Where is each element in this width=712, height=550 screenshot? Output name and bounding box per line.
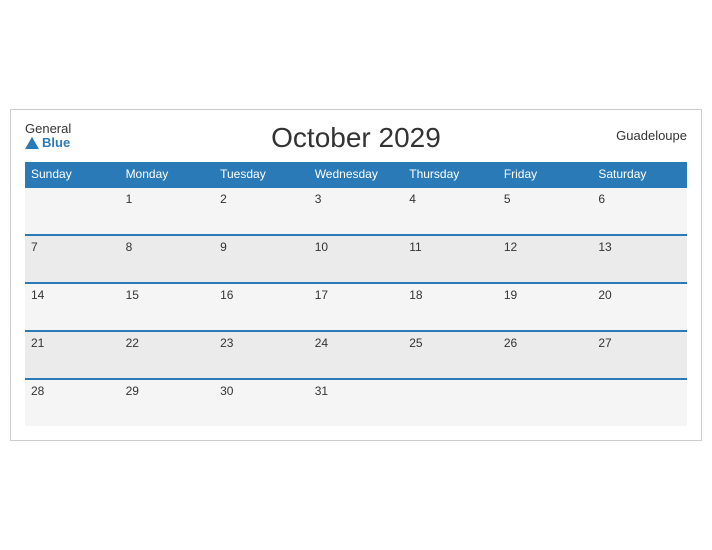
col-friday: Friday	[498, 162, 593, 187]
day-number: 7	[31, 240, 114, 254]
week-row-1: 123456	[25, 187, 687, 235]
day-cell: 23	[214, 331, 309, 379]
weekday-header-row: Sunday Monday Tuesday Wednesday Thursday…	[25, 162, 687, 187]
day-cell	[498, 379, 593, 426]
day-cell: 7	[25, 235, 120, 283]
day-cell: 20	[592, 283, 687, 331]
day-cell: 30	[214, 379, 309, 426]
day-number: 16	[220, 288, 303, 302]
day-number: 25	[409, 336, 492, 350]
calendar-title: October 2029	[271, 122, 441, 154]
day-cell	[403, 379, 498, 426]
day-cell: 22	[120, 331, 215, 379]
day-cell: 17	[309, 283, 404, 331]
logo-triangle-icon	[25, 137, 39, 149]
day-cell: 15	[120, 283, 215, 331]
day-number: 30	[220, 384, 303, 398]
day-number: 3	[315, 192, 398, 206]
day-number: 13	[598, 240, 681, 254]
logo-general-text: General	[25, 122, 71, 136]
day-number: 8	[126, 240, 209, 254]
col-saturday: Saturday	[592, 162, 687, 187]
week-row-4: 21 22 23 24 25 26 27	[25, 331, 687, 379]
day-number: 4	[409, 192, 492, 206]
day-number: 12	[504, 240, 587, 254]
day-number: 22	[126, 336, 209, 350]
col-monday: Monday	[120, 162, 215, 187]
day-cell: 10	[309, 235, 404, 283]
calendar-header: General Blue October 2029 Guadeloupe	[25, 122, 687, 154]
day-cell: 5	[498, 187, 593, 235]
day-number: 2	[220, 192, 303, 206]
day-cell: 18	[403, 283, 498, 331]
day-cell: 11	[403, 235, 498, 283]
col-thursday: Thursday	[403, 162, 498, 187]
day-cell: 3	[309, 187, 404, 235]
logo: General Blue	[25, 122, 71, 151]
day-cell: 14	[25, 283, 120, 331]
day-number: 14	[31, 288, 114, 302]
day-cell: 6	[592, 187, 687, 235]
day-number: 27	[598, 336, 681, 350]
calendar-body: 1234567891011121314151617181920212223242…	[25, 187, 687, 426]
calendar-container: General Blue October 2029 Guadeloupe Sun…	[10, 109, 702, 441]
day-number: 10	[315, 240, 398, 254]
day-cell: 8	[120, 235, 215, 283]
day-cell: 4	[403, 187, 498, 235]
day-cell: 13	[592, 235, 687, 283]
day-cell: 29	[120, 379, 215, 426]
col-tuesday: Tuesday	[214, 162, 309, 187]
day-cell: 28	[25, 379, 120, 426]
day-number: 26	[504, 336, 587, 350]
day-number: 23	[220, 336, 303, 350]
day-number: 24	[315, 336, 398, 350]
day-number: 31	[315, 384, 398, 398]
calendar-thead: Sunday Monday Tuesday Wednesday Thursday…	[25, 162, 687, 187]
logo-blue-text: Blue	[25, 136, 71, 150]
day-cell	[25, 187, 120, 235]
day-cell: 27	[592, 331, 687, 379]
day-cell: 21	[25, 331, 120, 379]
day-cell: 9	[214, 235, 309, 283]
day-number: 19	[504, 288, 587, 302]
day-cell: 2	[214, 187, 309, 235]
day-number: 21	[31, 336, 114, 350]
day-cell: 24	[309, 331, 404, 379]
calendar-table: Sunday Monday Tuesday Wednesday Thursday…	[25, 162, 687, 426]
week-row-3: 14 15 16 17 18 19 20	[25, 283, 687, 331]
day-number: 28	[31, 384, 114, 398]
day-cell	[592, 379, 687, 426]
week-row-5: 28 29 30 31	[25, 379, 687, 426]
col-wednesday: Wednesday	[309, 162, 404, 187]
col-sunday: Sunday	[25, 162, 120, 187]
day-number: 11	[409, 240, 492, 254]
day-number: 6	[598, 192, 681, 206]
day-number: 17	[315, 288, 398, 302]
day-cell: 19	[498, 283, 593, 331]
day-cell: 12	[498, 235, 593, 283]
day-number: 20	[598, 288, 681, 302]
day-number: 29	[126, 384, 209, 398]
day-number: 1	[126, 192, 209, 206]
day-cell: 26	[498, 331, 593, 379]
day-number: 5	[504, 192, 587, 206]
region-label: Guadeloupe	[616, 128, 687, 143]
day-cell: 1	[120, 187, 215, 235]
day-number: 9	[220, 240, 303, 254]
day-number: 15	[126, 288, 209, 302]
day-cell: 25	[403, 331, 498, 379]
day-number: 18	[409, 288, 492, 302]
week-row-2: 789 10 11 12 13	[25, 235, 687, 283]
day-cell: 16	[214, 283, 309, 331]
day-cell: 31	[309, 379, 404, 426]
